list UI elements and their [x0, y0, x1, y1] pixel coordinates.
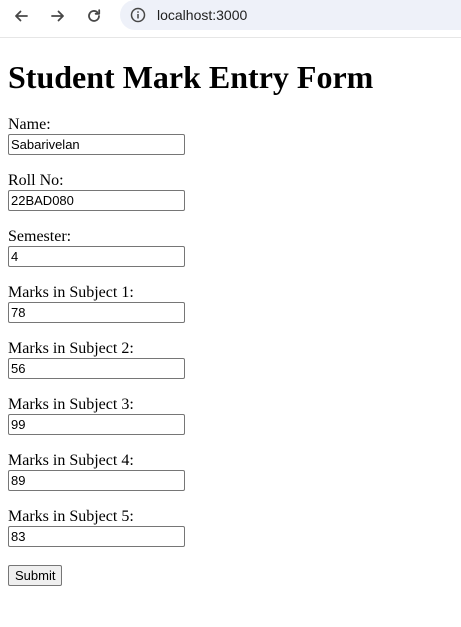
- reload-icon: [86, 8, 102, 24]
- subject2-field-group: Marks in Subject 2:: [8, 340, 453, 379]
- submit-button[interactable]: Submit: [8, 565, 63, 586]
- subject3-marks-input[interactable]: [8, 414, 185, 435]
- subject3-field-group: Marks in Subject 3:: [8, 396, 453, 435]
- roll-no-input[interactable]: [8, 190, 185, 211]
- reload-button[interactable]: [81, 3, 107, 29]
- page-content: Student Mark Entry Form Name: Roll No: S…: [0, 59, 461, 586]
- url-text: localhost:3000: [157, 7, 248, 23]
- subject3-label: Marks in Subject 3:: [8, 396, 134, 413]
- subject4-field-group: Marks in Subject 4:: [8, 452, 453, 491]
- subject2-marks-input[interactable]: [8, 358, 185, 379]
- semester-label: Semester:: [8, 228, 72, 245]
- arrow-right-icon: [50, 8, 66, 24]
- subject4-label: Marks in Subject 4:: [8, 452, 134, 469]
- subject5-label: Marks in Subject 5:: [8, 508, 134, 525]
- site-info-icon[interactable]: [130, 7, 146, 23]
- browser-toolbar: localhost:3000: [0, 0, 461, 38]
- subject5-marks-input[interactable]: [8, 526, 185, 547]
- subject5-field-group: Marks in Subject 5:: [8, 508, 453, 547]
- name-field-group: Name:: [8, 116, 453, 155]
- address-bar[interactable]: localhost:3000: [120, 0, 461, 30]
- roll-no-label: Roll No:: [8, 172, 64, 189]
- name-label: Name:: [8, 116, 51, 133]
- semester-input[interactable]: [8, 246, 185, 267]
- subject1-marks-input[interactable]: [8, 302, 185, 323]
- page-title: Student Mark Entry Form: [8, 59, 374, 95]
- forward-button[interactable]: [45, 3, 71, 29]
- subject4-marks-input[interactable]: [8, 470, 185, 491]
- subject1-field-group: Marks in Subject 1:: [8, 284, 453, 323]
- semester-field-group: Semester:: [8, 228, 453, 267]
- subject1-label: Marks in Subject 1:: [8, 284, 134, 301]
- subject2-label: Marks in Subject 2:: [8, 340, 134, 357]
- name-input[interactable]: [8, 134, 185, 155]
- student-mark-form: Name: Roll No: Semester: Marks in Subjec…: [8, 116, 453, 586]
- back-button[interactable]: [8, 3, 34, 29]
- arrow-left-icon: [13, 8, 29, 24]
- roll-no-field-group: Roll No:: [8, 172, 453, 211]
